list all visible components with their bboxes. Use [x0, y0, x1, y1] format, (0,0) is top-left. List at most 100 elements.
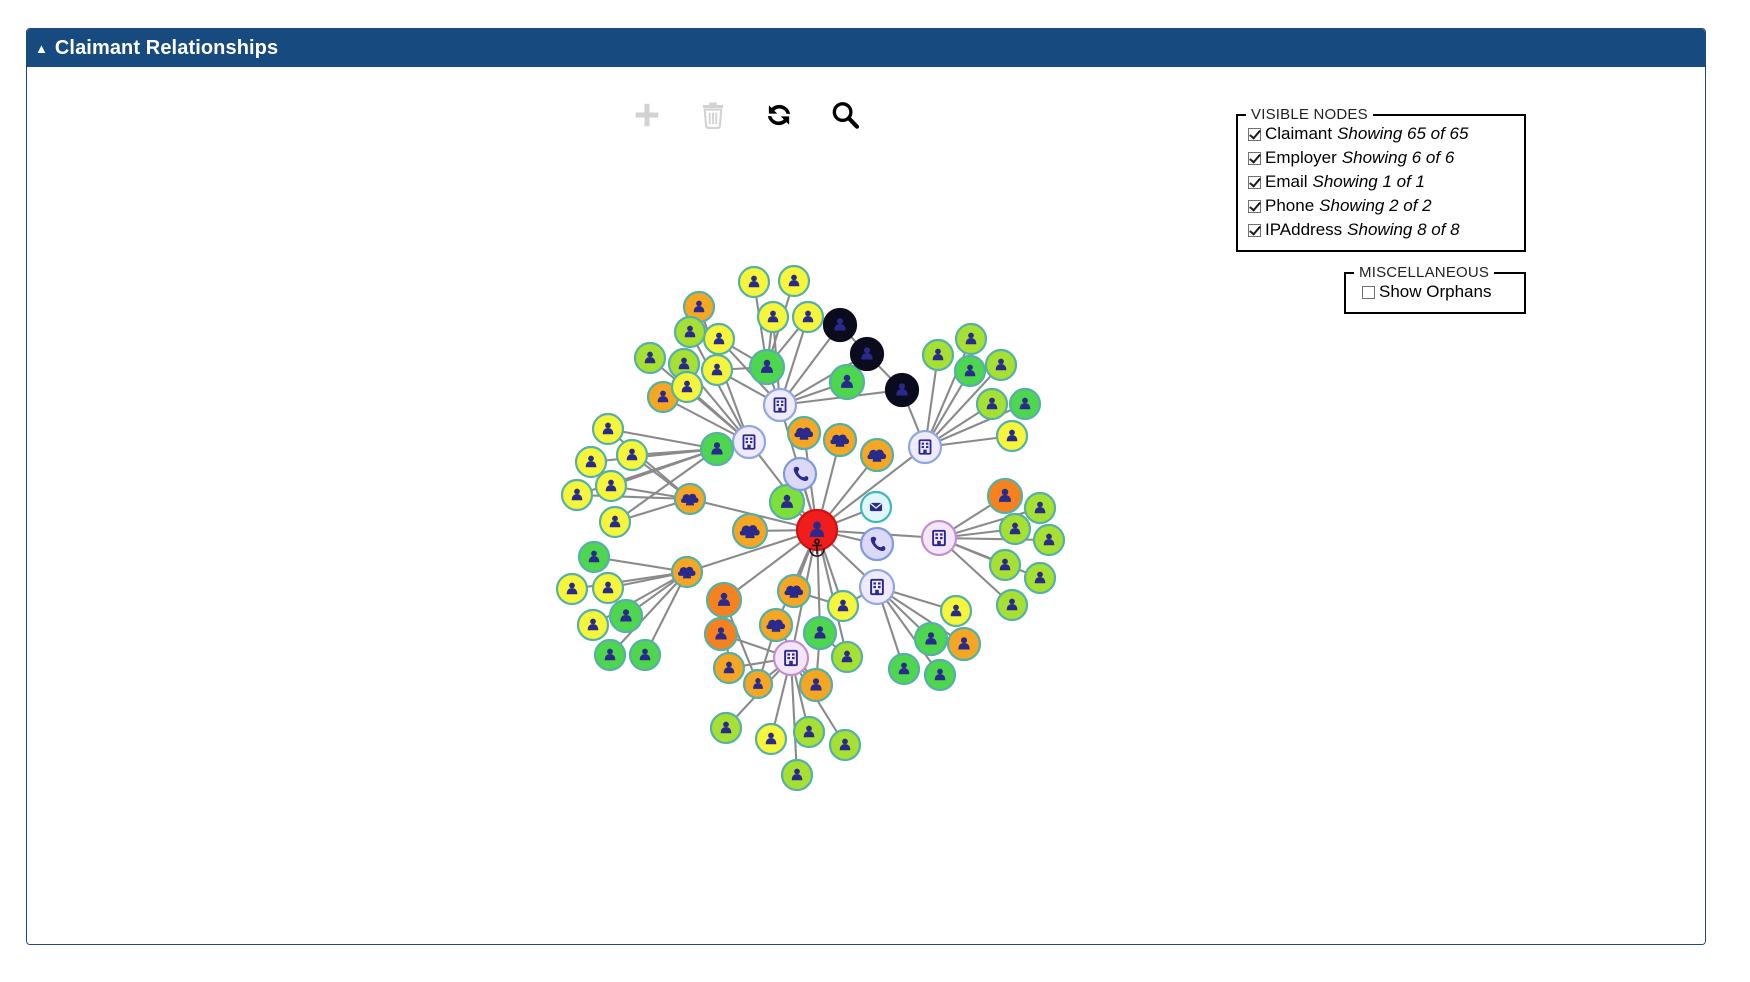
- graph-node-claimant[interactable]: [887, 652, 921, 686]
- visible-node-checkbox[interactable]: [1248, 151, 1261, 165]
- graph-node-claimant[interactable]: [975, 387, 1009, 421]
- search-button[interactable]: [825, 95, 865, 135]
- graph-node-claimant[interactable]: [598, 505, 632, 539]
- graph-node-claimant[interactable]: [576, 608, 610, 642]
- show-orphans-row[interactable]: Show Orphans: [1356, 280, 1514, 304]
- graph-nodes[interactable]: [555, 264, 1066, 792]
- graph-node-claimant[interactable]: [577, 540, 611, 574]
- graph-node-claimant[interactable]: [673, 482, 707, 516]
- graph-node-ipaddress[interactable]: [907, 429, 943, 465]
- graph-node-claimant[interactable]: [737, 265, 771, 299]
- graph-node-claimant[interactable]: [608, 598, 644, 634]
- graph-node-claimant[interactable]: [705, 581, 743, 619]
- graph-node-claimant[interactable]: [742, 668, 774, 700]
- graph-node-claimant[interactable]: [849, 336, 885, 372]
- graph-node-phone[interactable]: [859, 526, 895, 562]
- graph-node-claimant[interactable]: [633, 341, 667, 375]
- visible-node-row[interactable]: IPAddress Showing 8 of 8: [1248, 218, 1514, 242]
- visible-node-row[interactable]: Claimant Showing 65 of 65: [1248, 122, 1514, 146]
- node-circle[interactable]: [920, 519, 958, 557]
- graph-node-ipaddress[interactable]: [772, 639, 810, 677]
- graph-node-claimant[interactable]: [1023, 491, 1057, 525]
- graph-node-claimant[interactable]: [670, 370, 704, 404]
- visible-node-row[interactable]: Email Showing 1 of 1: [1248, 170, 1514, 194]
- graph-node-claimant[interactable]: [822, 422, 858, 458]
- graph-node-claimant[interactable]: [923, 658, 957, 692]
- graph-node-claimant[interactable]: [986, 477, 1024, 515]
- graph-node-ipaddress[interactable]: [762, 387, 798, 423]
- graph-node-claimant[interactable]: [699, 431, 735, 467]
- graph-node-claimant[interactable]: [780, 758, 814, 792]
- add-node-button[interactable]: [627, 95, 667, 135]
- graph-node-claimant[interactable]: [756, 300, 790, 334]
- visible-node-checkbox[interactable]: [1248, 175, 1261, 189]
- graph-node-claimant[interactable]: [859, 437, 895, 473]
- delete-node-button[interactable]: [693, 95, 733, 135]
- graph-node-claimant[interactable]: [758, 607, 794, 643]
- graph-node-ipaddress[interactable]: [731, 424, 767, 460]
- graph-node-claimant[interactable]: [946, 626, 982, 662]
- graph-node-claimant[interactable]: [802, 615, 838, 651]
- graph-node-claimant[interactable]: [830, 640, 864, 674]
- visible-node-checkbox[interactable]: [1248, 127, 1261, 141]
- graph-node-claimant[interactable]: [591, 412, 625, 446]
- graph-node-claimant[interactable]: [670, 555, 704, 589]
- panel-header[interactable]: ▲ Claimant Relationships: [27, 29, 1705, 67]
- graph-node-claimant[interactable]: [754, 722, 788, 756]
- graph-node-claimant[interactable]: [777, 264, 811, 298]
- graph-node-claimant[interactable]: [792, 715, 826, 749]
- graph-node-claimant[interactable]: [828, 363, 866, 401]
- graph-node-claimant[interactable]: [712, 651, 746, 685]
- graph-node-claimant[interactable]: [1023, 561, 1057, 595]
- graph-node-claimant[interactable]: [731, 512, 769, 550]
- graph-node-claimant[interactable]: [591, 571, 625, 605]
- node-circle[interactable]: [731, 424, 767, 460]
- graph-node-claimant[interactable]: [748, 348, 786, 386]
- graph-node-claimant[interactable]: [828, 728, 862, 762]
- node-circle[interactable]: [858, 568, 896, 606]
- graph-node-claimant[interactable]: [954, 322, 988, 356]
- visible-node-checkbox[interactable]: [1248, 223, 1261, 237]
- graph-node-claimant[interactable]: [822, 307, 858, 343]
- graph-node-ipaddress[interactable]: [858, 568, 896, 606]
- graph-node-claimant[interactable]: [703, 616, 739, 652]
- visible-node-checkbox[interactable]: [1248, 199, 1261, 213]
- collapse-caret-icon[interactable]: ▲: [35, 42, 48, 55]
- graph-node-claimant[interactable]: [884, 372, 920, 408]
- graph-node-email[interactable]: [859, 490, 893, 524]
- node-circle[interactable]: [772, 639, 810, 677]
- graph-node-claimant[interactable]: [953, 354, 987, 388]
- refresh-button[interactable]: [759, 95, 799, 135]
- graph-node-claimant[interactable]: [791, 300, 825, 334]
- show-orphans-checkbox[interactable]: [1362, 285, 1375, 299]
- graph-node-claimant[interactable]: [939, 594, 973, 628]
- graph-node-claimant[interactable]: [921, 338, 955, 372]
- visible-node-row[interactable]: Employer Showing 6 of 6: [1248, 146, 1514, 170]
- graph-node-claimant[interactable]: [574, 445, 608, 479]
- graph-node-claimant[interactable]: [998, 512, 1032, 546]
- graph-node-claimant[interactable]: [984, 348, 1018, 382]
- graph-node-claimant[interactable]: [628, 638, 662, 672]
- graph-node-claimant[interactable]: [776, 573, 812, 609]
- graph-node-ipaddress[interactable]: [920, 519, 958, 557]
- graph-node-claimant[interactable]: [555, 572, 589, 606]
- graph-node-claimant[interactable]: [988, 548, 1022, 582]
- node-circle[interactable]: [762, 387, 798, 423]
- graph-node-claimant[interactable]: [826, 589, 860, 623]
- graph-node-claimant[interactable]: [798, 667, 834, 703]
- graph-node-claimant[interactable]: [1008, 387, 1042, 421]
- graph-node-claimant[interactable]: [786, 415, 822, 451]
- node-circle[interactable]: [782, 456, 818, 492]
- node-circle[interactable]: [859, 526, 895, 562]
- graph-node-claimant[interactable]: [560, 478, 594, 512]
- graph-node-claimant[interactable]: [615, 438, 649, 472]
- graph-node-claimant[interactable]: [709, 711, 743, 745]
- visible-node-row[interactable]: Phone Showing 2 of 2: [1248, 194, 1514, 218]
- graph-node-claimant[interactable]: [1032, 523, 1066, 557]
- graph-node-claimant[interactable]: [700, 353, 734, 387]
- graph-node-claimant[interactable]: [702, 322, 736, 356]
- graph-node-claimant[interactable]: [594, 469, 628, 503]
- node-circle[interactable]: [907, 429, 943, 465]
- graph-node-claimant[interactable]: [913, 621, 949, 657]
- graph-node-phone[interactable]: [782, 456, 818, 492]
